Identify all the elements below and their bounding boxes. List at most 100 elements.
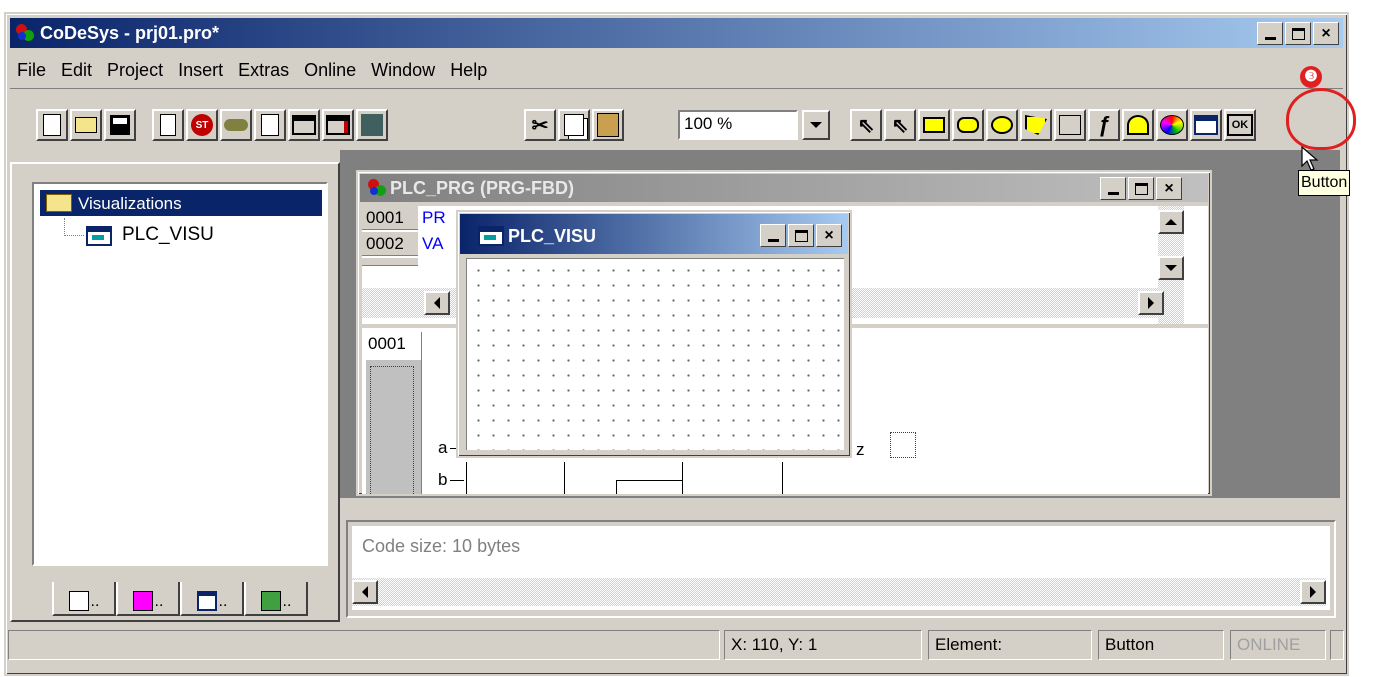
bitmap-tool-button[interactable]	[1156, 109, 1188, 141]
menu-extras[interactable]: Extras	[231, 54, 297, 84]
status-extra-pane	[1330, 630, 1344, 660]
highlight-ring	[1286, 88, 1356, 150]
cut-button[interactable]: ✂	[524, 109, 556, 141]
copy-button[interactable]	[558, 109, 590, 141]
status-main-pane	[8, 630, 720, 660]
rounded-rectangle-tool-button[interactable]	[952, 109, 984, 141]
minimize-button[interactable]	[760, 224, 786, 247]
visualization-tool-button[interactable]	[1190, 109, 1222, 141]
menu-edit[interactable]: Edit	[54, 54, 100, 84]
curve-icon: ƒ	[1097, 112, 1111, 137]
tree-node-label: Visualizations	[78, 194, 182, 213]
open-file-button[interactable]	[70, 109, 102, 141]
close-button[interactable]: ×	[816, 224, 842, 247]
pie-icon	[1127, 115, 1149, 135]
tree-node-label: PLC_VISU	[122, 224, 214, 245]
logout-button[interactable]	[322, 109, 354, 141]
tab-data-types[interactable]: ..	[116, 582, 180, 616]
message-window: Code size: 10 bytes	[346, 520, 1336, 618]
message-horizontal-scrollbar[interactable]	[352, 578, 1326, 606]
status-coordinates: X: 110, Y: 1	[724, 630, 922, 660]
login-button[interactable]	[288, 109, 320, 141]
menu-bar: File Edit Project Insert Extras Online W…	[10, 54, 495, 84]
copy-icon	[564, 114, 584, 136]
close-button[interactable]: ×	[1313, 22, 1339, 45]
toolbar: ST ✂ 100 % ⇖ ⇖ ƒ OK	[10, 88, 1343, 158]
run-icon	[224, 119, 248, 131]
polyline-tool-button[interactable]	[1054, 109, 1086, 141]
close-button[interactable]: ×	[1156, 177, 1182, 200]
minimize-icon	[767, 239, 779, 242]
pie-tool-button[interactable]	[1122, 109, 1154, 141]
fbd-box-edge	[782, 462, 783, 494]
plc-visu-window[interactable]: PLC_VISU ×	[456, 210, 852, 458]
close-icon: ×	[1321, 24, 1331, 42]
scissors-icon: ✂	[531, 114, 549, 137]
download-button[interactable]	[356, 109, 388, 141]
menu-file[interactable]: File	[10, 54, 54, 84]
rectangle-tool-button[interactable]	[918, 109, 950, 141]
select-tool-button[interactable]: ⇖	[850, 109, 882, 141]
fbd-output-placeholder	[890, 432, 916, 458]
menu-help[interactable]: Help	[443, 54, 495, 84]
menu-project[interactable]: Project	[100, 54, 171, 84]
paste-button[interactable]	[592, 109, 624, 141]
curve-tool-button[interactable]: ƒ	[1088, 109, 1120, 141]
scroll-left-button[interactable]	[424, 291, 450, 315]
polyline-icon	[1059, 115, 1081, 135]
minimize-button[interactable]	[1100, 177, 1126, 200]
menu-insert[interactable]: Insert	[171, 54, 231, 84]
title-bar[interactable]: CoDeSys - prj01.pro* ×	[10, 18, 1343, 48]
object-tree[interactable]: Visualizations PLC_VISU	[32, 182, 328, 566]
maximize-icon	[1134, 182, 1148, 195]
tree-node-visualizations[interactable]: Visualizations	[40, 190, 322, 216]
tab-visualizations[interactable]: ..	[180, 582, 244, 616]
tree-node-plc-visu[interactable]: PLC_VISU	[86, 224, 214, 246]
plc-visu-title-bar[interactable]: PLC_VISU ×	[460, 214, 848, 254]
ellipse-tool-button[interactable]	[986, 109, 1018, 141]
stop-button[interactable]: ST	[186, 109, 218, 141]
arrow-left-icon	[434, 297, 440, 309]
select-tool-2-button[interactable]: ⇖	[884, 109, 916, 141]
tab-resources[interactable]: ..	[244, 582, 308, 616]
run-button[interactable]	[220, 109, 252, 141]
fbd-output-z: z	[856, 440, 865, 459]
minimize-icon	[1107, 192, 1119, 195]
scroll-right-button[interactable]	[1138, 291, 1164, 315]
plc-visu-title: PLC_VISU	[508, 226, 597, 246]
fbd-box-edge	[564, 462, 565, 494]
scroll-down-button[interactable]	[1158, 256, 1184, 280]
maximize-button[interactable]	[1128, 177, 1154, 200]
zoom-combobox[interactable]: 100 %	[678, 110, 798, 140]
line-number: 0001	[362, 206, 418, 230]
minimize-icon	[1264, 37, 1276, 40]
visualization-canvas[interactable]	[466, 258, 844, 450]
tab-pous[interactable]: ..	[52, 582, 116, 616]
maximize-button[interactable]	[788, 224, 814, 247]
menu-online[interactable]: Online	[297, 54, 364, 84]
compile-button[interactable]	[152, 109, 184, 141]
code-size-message: Code size: 10 bytes	[362, 536, 521, 556]
button-ok-icon: OK	[1227, 114, 1253, 136]
visualization-icon	[478, 226, 504, 246]
zoom-dropdown-button[interactable]	[802, 110, 830, 140]
new-file-button[interactable]	[36, 109, 68, 141]
scroll-up-button[interactable]	[1158, 210, 1184, 234]
new-file-icon	[43, 114, 61, 136]
message-area[interactable]: Code size: 10 bytes	[352, 526, 1330, 610]
scroll-left-button[interactable]	[352, 580, 378, 604]
stop-icon: ST	[191, 114, 213, 136]
plc-prg-title-bar[interactable]: PLC_PRG (PRG-FBD) ×	[360, 174, 1208, 202]
minimize-button[interactable]	[1257, 22, 1283, 45]
save-button[interactable]	[104, 109, 136, 141]
visualization-icon	[1194, 115, 1218, 135]
scroll-right-button[interactable]	[1300, 580, 1326, 604]
arrow-right-icon	[1148, 297, 1154, 309]
maximize-button[interactable]	[1285, 22, 1311, 45]
menu-window[interactable]: Window	[364, 54, 443, 84]
network-number: 0001	[366, 332, 421, 360]
step-in-button[interactable]	[254, 109, 286, 141]
login-icon	[292, 115, 316, 135]
button-tool-button[interactable]: OK	[1224, 109, 1256, 141]
polygon-tool-button[interactable]	[1020, 109, 1052, 141]
